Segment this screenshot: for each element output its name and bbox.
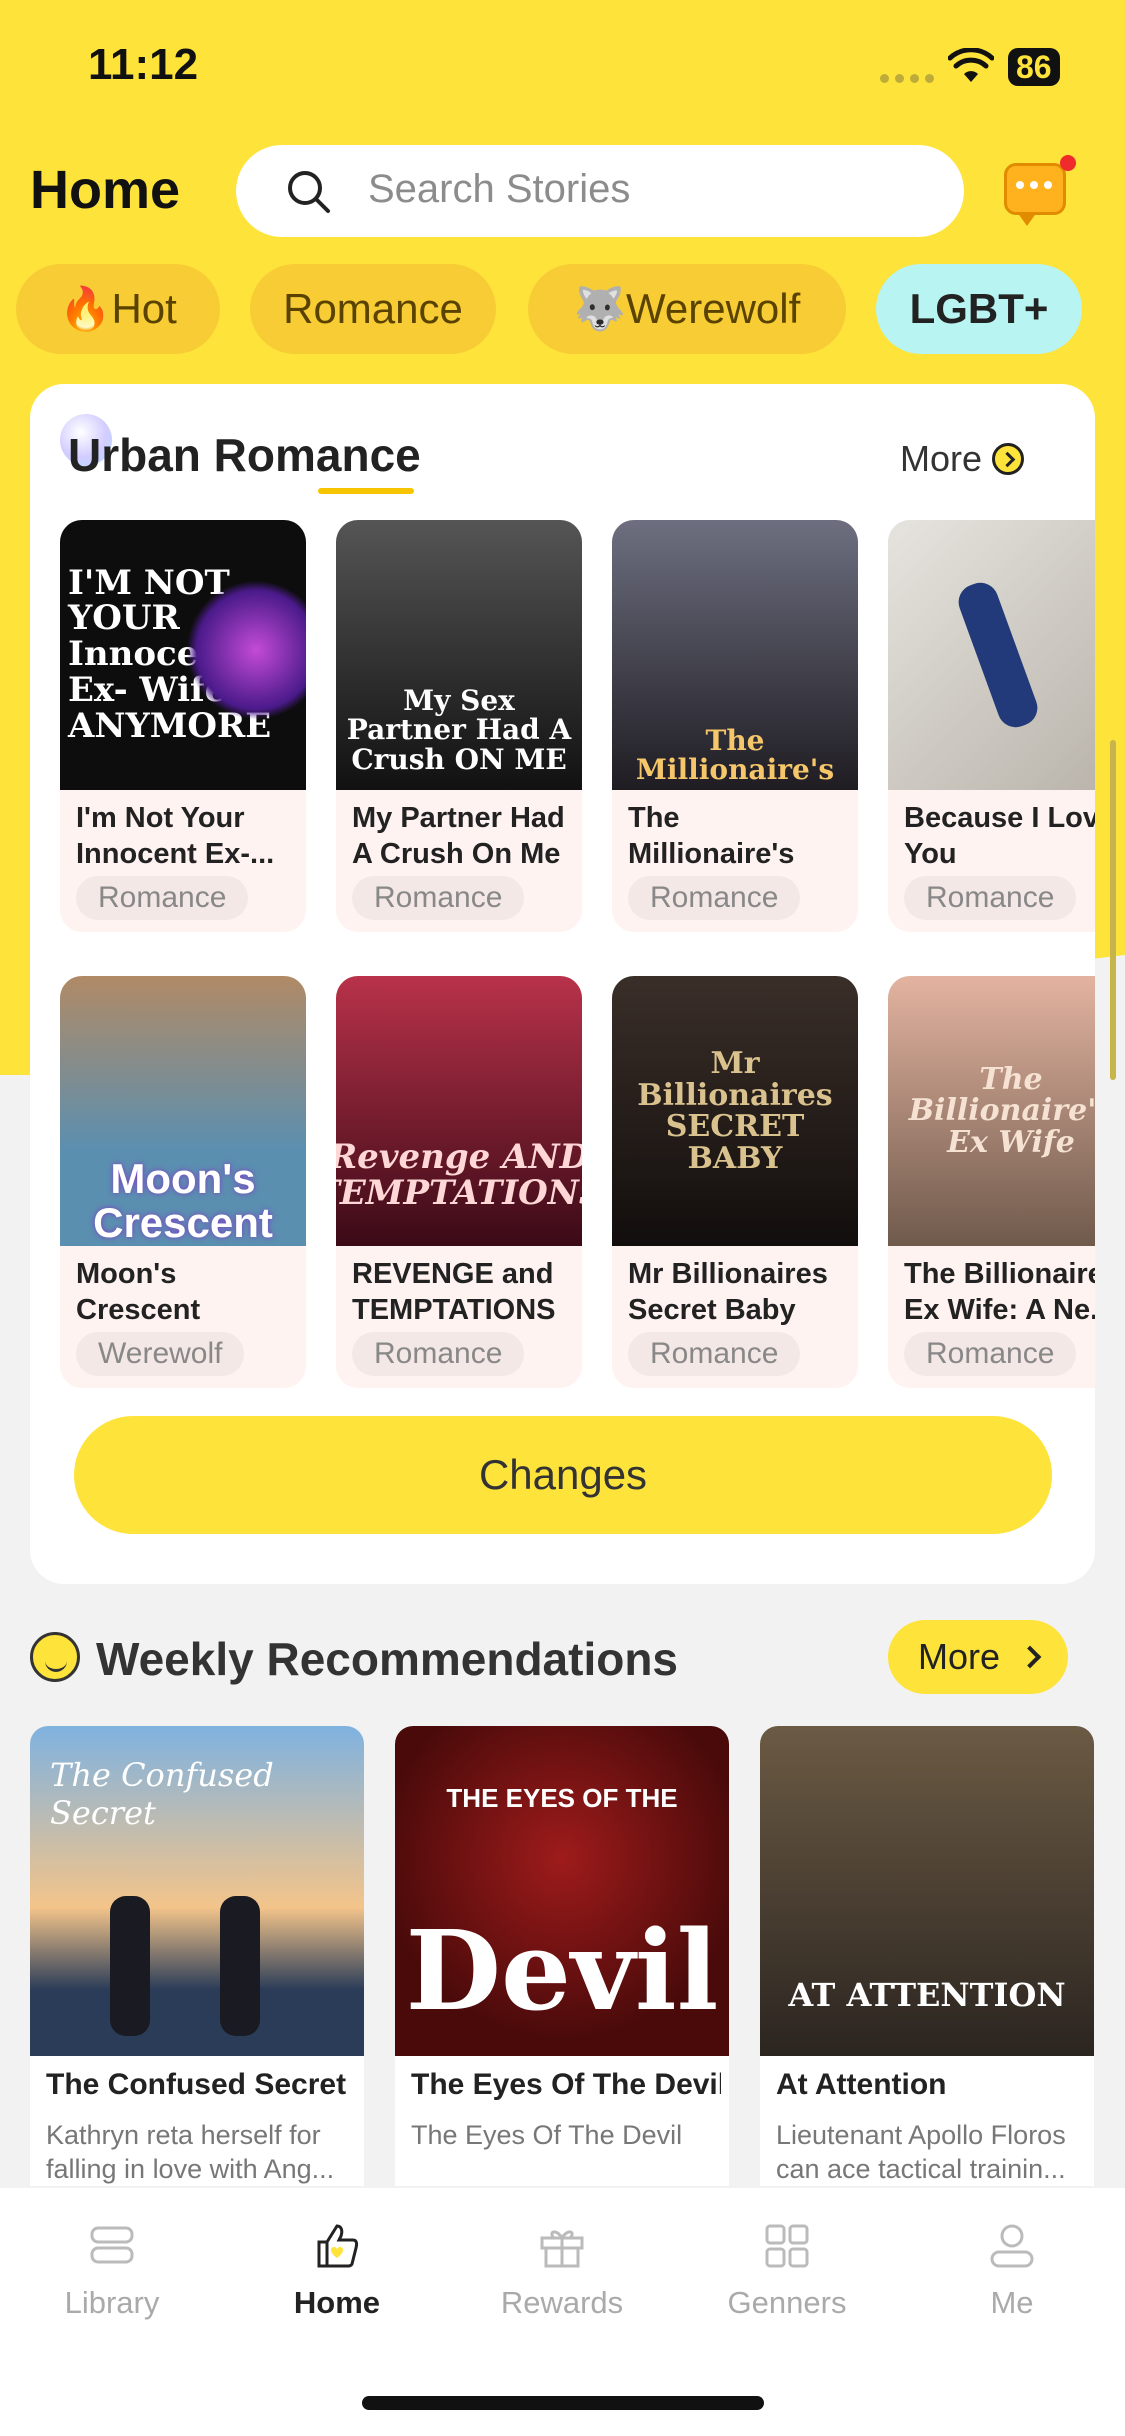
- chip-hot[interactable]: 🔥Hot: [16, 264, 220, 354]
- chip-lgbt[interactable]: LGBT+: [876, 264, 1082, 354]
- library-icon: [90, 2226, 134, 2264]
- weekly-more-button[interactable]: More: [888, 1620, 1068, 1694]
- book-title: I'm Not Your Innocent Ex-...: [76, 802, 275, 870]
- status-bar: 11:12 86: [0, 0, 1125, 140]
- tab-home[interactable]: Home: [237, 2218, 437, 2328]
- category-chips: 🔥Hot Romance 🐺Werewolf LGBT+: [0, 264, 1125, 354]
- chevron-right-icon: [1018, 1645, 1042, 1669]
- book-cover: AT ATTENTION: [760, 1726, 1094, 2056]
- search-placeholder: Search Stories: [368, 167, 631, 211]
- recommendation-card[interactable]: The Confused Secret The Confused Secret …: [30, 1726, 364, 2186]
- book-card[interactable]: The Billionaire's Ex Wife The Billionair…: [888, 976, 1095, 1388]
- book-card[interactable]: My Sex Partner Had A Crush ON ME My Part…: [336, 520, 582, 932]
- recommendation-card[interactable]: AT ATTENTION At Attention Lieutenant Apo…: [760, 1726, 1094, 2186]
- genre-tag: Romance: [628, 1332, 801, 1376]
- genre-tag: Romance: [628, 876, 801, 920]
- book-title: Because I Love You: [904, 802, 1095, 870]
- app-header: Home Search Stories: [0, 145, 1125, 245]
- book-cover: Revenge AND TEMPTATIONS: [336, 976, 582, 1246]
- smiley-icon: [30, 1632, 80, 1682]
- search-icon: [288, 171, 330, 213]
- tab-library[interactable]: Library: [12, 2218, 212, 2328]
- weekly-recommendations-header: Weekly Recommendations More: [30, 1620, 1095, 1700]
- wifi-icon: [948, 48, 994, 82]
- recommendation-card[interactable]: THE EYES OF THE Devil The Eyes Of The De…: [395, 1726, 729, 2186]
- more-label: More: [900, 438, 983, 479]
- book-cover: [888, 520, 1095, 790]
- book-title: Mr Billionaires Secret Baby: [628, 1258, 828, 1326]
- book-title: The Eyes Of The Devil: [411, 2068, 721, 2101]
- message-icon: [1004, 163, 1066, 226]
- grid-icon: [765, 2224, 809, 2268]
- book-description: Kathryn reta herself for falling in love…: [46, 2120, 335, 2184]
- gift-icon: [540, 2230, 584, 2268]
- book-title: The Millionaire's G...: [628, 802, 795, 870]
- book-card[interactable]: Mr Billionaires SECRET BABY Mr Billionai…: [612, 976, 858, 1388]
- changes-button[interactable]: Changes: [74, 1416, 1052, 1534]
- book-cover: The Millionaire's: [612, 520, 858, 790]
- tab-rewards[interactable]: Rewards: [462, 2218, 662, 2328]
- genre-tag: Romance: [904, 876, 1077, 920]
- signal-icon: [880, 74, 934, 83]
- battery-indicator: 86: [1008, 48, 1060, 86]
- section-title: Urban Romance: [68, 429, 421, 481]
- book-cover: The Billionaire's Ex Wife: [888, 976, 1095, 1246]
- chip-romance[interactable]: Romance: [250, 264, 496, 354]
- book-cover: The Confused Secret: [30, 1726, 364, 2056]
- book-title: REVENGE and TEMPTATIONS: [352, 1258, 556, 1326]
- search-input[interactable]: Search Stories: [236, 145, 964, 237]
- book-cover: THE EYES OF THE Devil: [395, 1726, 729, 2056]
- urban-romance-section: Urban Romance More I'M NOT YOUR Innocent…: [30, 384, 1095, 1584]
- home-thumb-icon: [317, 2224, 359, 2268]
- book-title: The Billionaire Ex Wife: A Ne...: [904, 1258, 1095, 1326]
- book-description: The Eyes Of The Devil: [411, 2120, 683, 2150]
- genre-tag: Romance: [904, 1332, 1077, 1376]
- book-cover: Mr Billionaires SECRET BABY: [612, 976, 858, 1246]
- book-cover: I'M NOT YOUR Innocent Ex- Wife ANYMORE: [60, 520, 306, 790]
- section-title: Weekly Recommendations: [96, 1633, 679, 1685]
- chip-werewolf[interactable]: 🐺Werewolf: [528, 264, 846, 354]
- book-title: Moon's Crescent: [76, 1258, 201, 1326]
- book-title: The Confused Secret: [46, 2068, 347, 2101]
- chevron-right-icon: [992, 443, 1025, 475]
- notification-dot: [1060, 155, 1076, 171]
- page-title: Home: [30, 160, 181, 220]
- book-card[interactable]: The Millionaire's The Millionaire's G...…: [612, 520, 858, 932]
- urban-romance-more-button[interactable]: More: [900, 438, 1025, 480]
- tab-me[interactable]: Me: [912, 2218, 1112, 2328]
- messages-button[interactable]: [1004, 155, 1076, 226]
- book-card[interactable]: Because I Love You Romance: [888, 520, 1095, 932]
- status-time: 11:12: [88, 40, 199, 89]
- book-card[interactable]: Moon's Crescent Moon's Crescent Werewolf: [60, 976, 306, 1388]
- genre-tag: Romance: [76, 876, 249, 920]
- genre-tag: Romance: [352, 876, 525, 920]
- genre-tag: Werewolf: [76, 1332, 245, 1376]
- scrollbar[interactable]: [1110, 740, 1116, 1080]
- book-card[interactable]: Revenge AND TEMPTATIONS REVENGE and TEMP…: [336, 976, 582, 1388]
- person-icon: [990, 2224, 1034, 2268]
- book-cover: Moon's Crescent: [60, 976, 306, 1246]
- book-description: Lieutenant Apollo Floros can ace tactica…: [776, 2120, 1066, 2184]
- home-indicator: [362, 2396, 764, 2410]
- book-card[interactable]: I'M NOT YOUR Innocent Ex- Wife ANYMORE I…: [60, 520, 306, 932]
- tab-genners[interactable]: Genners: [687, 2218, 887, 2328]
- genre-tag: Romance: [352, 1332, 525, 1376]
- book-title: My Partner Had A Crush On Me: [352, 802, 565, 870]
- book-title: At Attention: [776, 2068, 947, 2101]
- more-label: More: [917, 1636, 1001, 1677]
- book-cover: My Sex Partner Had A Crush ON ME: [336, 520, 582, 790]
